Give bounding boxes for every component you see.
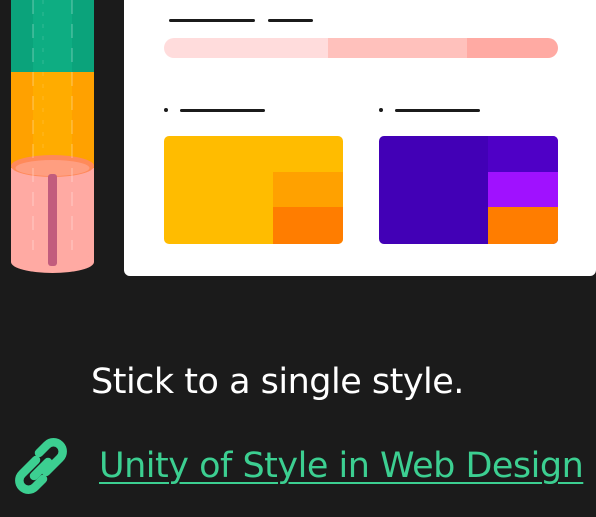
progress-segment-1 [164, 38, 328, 58]
progress-bar [164, 38, 558, 58]
caption-text: Stick to a single style. [91, 362, 464, 402]
card-title-line-2 [268, 19, 313, 22]
link-icon [15, 438, 67, 494]
color-tube-illustration [11, 0, 94, 273]
progress-segment-3 [467, 38, 558, 58]
progress-segment-2 [328, 38, 467, 58]
list-bullet-1 [164, 108, 168, 112]
style-illustration [0, 0, 596, 300]
block-label-line-2 [395, 109, 480, 112]
tube-rod [48, 174, 57, 266]
purple-block [379, 136, 558, 244]
block-label-line-1 [180, 109, 265, 112]
card-title-line-1 [169, 19, 255, 22]
article-link[interactable]: Unity of Style in Web Design [10, 436, 584, 496]
style-card [124, 0, 596, 276]
article-link-label[interactable]: Unity of Style in Web Design [99, 446, 584, 486]
yellow-block [164, 136, 343, 244]
list-bullet-2 [379, 108, 383, 112]
